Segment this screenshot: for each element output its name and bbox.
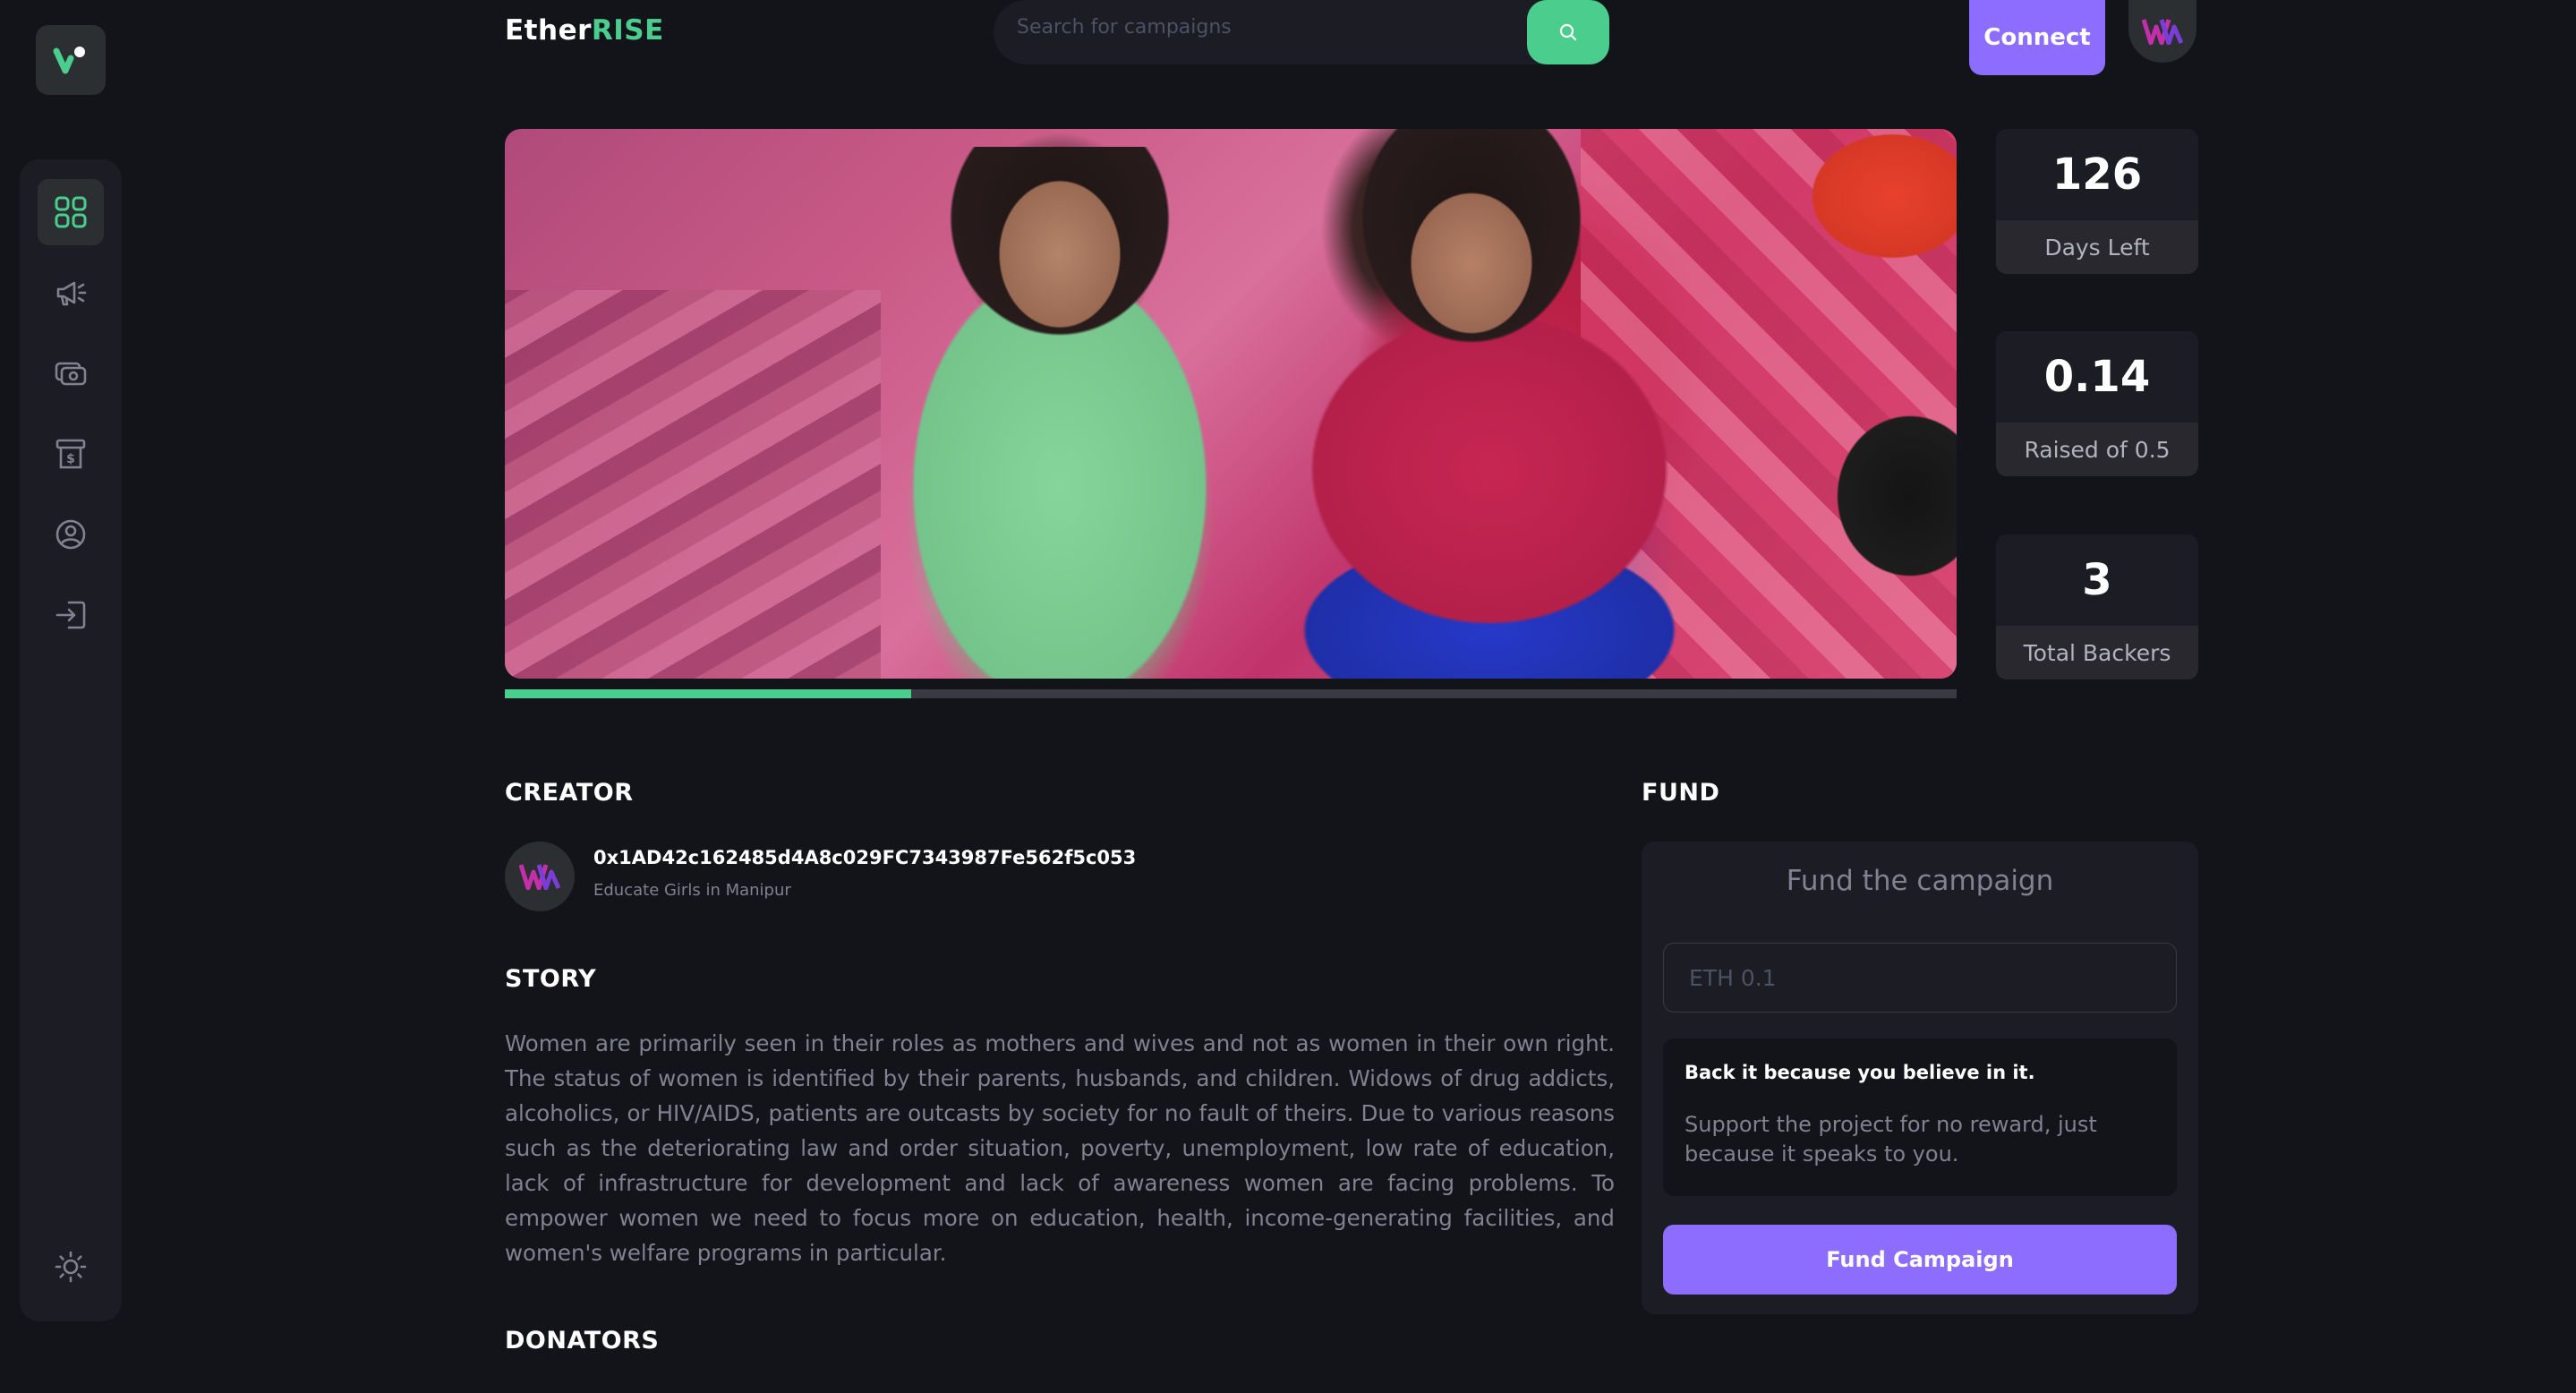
believe-text: Support the project for no reward, just … bbox=[1685, 1112, 2097, 1167]
search-button[interactable] bbox=[1527, 0, 1609, 64]
fund-panel: Fund the campaign Back it because you be… bbox=[1642, 842, 2198, 1314]
profile-avatar[interactable] bbox=[2128, 0, 2196, 63]
sidebar: $ bbox=[20, 159, 122, 1321]
campaign-image bbox=[505, 129, 1957, 679]
logout-icon bbox=[55, 601, 86, 629]
profile-icon bbox=[55, 519, 86, 550]
campaign-title: Educate Girls in Manipur bbox=[593, 881, 791, 900]
creator-heading: CREATOR bbox=[505, 779, 634, 807]
fund-campaign-button[interactable]: Fund Campaign bbox=[1663, 1225, 2177, 1295]
creator-address: 0x1AD42c162485d4A8c029FC7343987Fe562f5c0… bbox=[593, 847, 1137, 868]
brand-logo[interactable]: EtherRISE bbox=[505, 14, 664, 47]
funding-progress-fill bbox=[505, 689, 912, 698]
stat-label: Days Left bbox=[1996, 220, 2198, 274]
believe-info-box: Back it because you believe in it. Suppo… bbox=[1663, 1038, 2177, 1196]
stat-value: 126 bbox=[1996, 129, 2198, 220]
withdraw-icon: $ bbox=[55, 439, 86, 469]
app-logo[interactable] bbox=[36, 25, 106, 95]
sidebar-item-withdraw[interactable]: $ bbox=[38, 421, 104, 487]
search-bar bbox=[994, 0, 1609, 64]
stat-value: 0.14 bbox=[1996, 331, 2198, 423]
sidebar-item-dashboard[interactable] bbox=[38, 179, 104, 245]
brand-part2: RISE bbox=[591, 14, 664, 47]
sidebar-item-campaign[interactable] bbox=[38, 260, 104, 326]
stat-label: Total Backers bbox=[1996, 626, 2198, 679]
payment-icon bbox=[55, 362, 87, 386]
believe-title: Back it because you believe in it. bbox=[1685, 1062, 2035, 1083]
sun-icon bbox=[55, 1251, 87, 1283]
svg-text:$: $ bbox=[66, 452, 75, 466]
stat-label: Raised of 0.5 bbox=[1996, 423, 2198, 476]
stat-days-left: 126 Days Left bbox=[1996, 129, 2198, 274]
connect-button[interactable]: Connect bbox=[1969, 0, 2105, 75]
theme-toggle[interactable] bbox=[38, 1234, 104, 1300]
sidebar-item-payment[interactable] bbox=[38, 340, 104, 406]
fund-amount-input[interactable] bbox=[1663, 943, 2177, 1013]
metamask-w-icon bbox=[519, 864, 560, 890]
fund-heading: FUND bbox=[1642, 779, 1720, 807]
sidebar-item-profile[interactable] bbox=[38, 501, 104, 568]
search-icon bbox=[1559, 23, 1577, 41]
creator-avatar bbox=[505, 842, 575, 911]
dashboard-icon bbox=[55, 196, 87, 228]
donators-heading: DONATORS bbox=[505, 1327, 660, 1355]
brand-part1: Ether bbox=[505, 14, 592, 47]
metamask-w-icon bbox=[2142, 19, 2183, 45]
stat-raised: 0.14 Raised of 0.5 bbox=[1996, 331, 2198, 476]
megaphone-icon bbox=[56, 281, 87, 306]
logo-icon bbox=[53, 47, 85, 74]
search-input[interactable] bbox=[1017, 9, 1518, 45]
sidebar-item-logout[interactable] bbox=[38, 582, 104, 648]
fund-title: Fund the campaign bbox=[1786, 865, 2054, 897]
story-heading: STORY bbox=[505, 965, 597, 993]
stat-value: 3 bbox=[1996, 534, 2198, 626]
story-text: Women are primarily seen in their roles … bbox=[505, 1030, 1615, 1266]
funding-progress-bar bbox=[505, 689, 1957, 698]
stat-total-backers: 3 Total Backers bbox=[1996, 534, 2198, 679]
